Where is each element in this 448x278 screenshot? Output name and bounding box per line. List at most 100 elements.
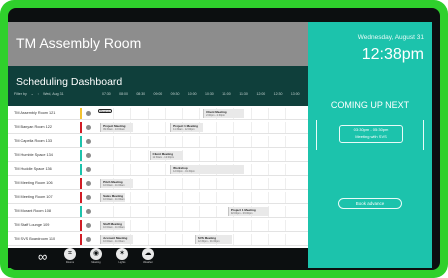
room-timeline[interactable]: Pitch Meeting 10:00am - 11:00am <box>96 178 302 189</box>
book-advance-button[interactable]: Book advance <box>338 198 402 209</box>
timeline-gridline <box>216 192 218 203</box>
timeline-gridline <box>199 220 200 231</box>
chevron-down-icon[interactable]: ⌄ <box>31 92 34 96</box>
timeline-gridline <box>250 234 252 245</box>
room-row[interactable]: TM Humble Space 134 Client Meeting 11:30am… <box>8 150 308 162</box>
timeline-gridline <box>130 192 132 203</box>
timeline-gridline <box>267 234 269 245</box>
timeline-gridline <box>233 178 235 189</box>
room-row[interactable]: TM SVS Boardroom 110 Account Meeting 10:00… <box>8 234 308 246</box>
room-timeline[interactable]: Project Meeting 09:30am - 10:00am Project … <box>96 122 302 133</box>
room-row[interactable]: TM Assembly Room 121 Reserve Client Meetin… <box>8 108 308 120</box>
meeting-block[interactable]: Project 1 Meeting 02:00pm - 03:00pm <box>227 207 270 216</box>
room-timeline[interactable]: Workshop 12:00pm - 01:30pm <box>96 164 302 175</box>
timeline-gridline <box>216 220 218 231</box>
meeting-block[interactable]: Workshop 12:00pm - 01:30pm <box>170 165 245 174</box>
room-row[interactable]: TM Meeting Room 106 Pitch Meeting 10:00am … <box>8 178 308 190</box>
room-status-indicator <box>80 122 82 133</box>
timeline-gridline <box>181 178 183 189</box>
time-axis: 07:30 08:00 08:30 09:00 09:30 10:00 10:30 11:00… <box>102 92 308 104</box>
timeline-gridline <box>181 192 183 203</box>
app-button[interactable]: ⌗ Rooms <box>60 248 80 268</box>
room-timeline[interactable]: Account Meeting 10:00am - 11:00am SVS Meet… <box>96 234 302 245</box>
timeline-gridline <box>147 234 149 245</box>
app-button[interactable]: ◉ Meeting <box>86 248 106 268</box>
room-status-indicator <box>80 136 82 147</box>
room-timeline[interactable]: Staff Meeting 10:00am - 11:00am <box>96 220 302 231</box>
timeline-gridline <box>250 122 252 133</box>
time-label: 12:00 <box>256 92 266 96</box>
room-row[interactable]: TM Banyan Room 122 Project Meeting 09:30am… <box>8 122 308 134</box>
time-label: 07:30 <box>102 92 111 96</box>
timeline-gridline <box>199 178 200 189</box>
timeline-gridline <box>233 136 235 147</box>
app-button[interactable]: ✶ Lights <box>112 248 132 268</box>
room-timeline[interactable]: Client Meeting 11:30am - 12:00pm <box>96 150 302 161</box>
timeline-gridline <box>130 108 132 119</box>
room-availability-dot[interactable] <box>86 237 91 242</box>
meeting-block[interactable]: Pitch Meeting 10:00am - 11:00am <box>100 179 134 188</box>
meeting-block[interactable]: Staff Meeting 10:00am - 11:00am <box>100 221 125 230</box>
filter-date[interactable]: Wed, Aug 31 <box>43 92 64 96</box>
timeline-gridline <box>267 136 269 147</box>
meeting-block[interactable]: Client Meeting 11:30am - 12:00pm <box>149 151 183 160</box>
room-name: TM Capella Room 133 <box>14 139 52 143</box>
room-timeline[interactable]: Project 1 Meeting 02:00pm - 03:00pm <box>96 206 302 217</box>
reserve-chip[interactable]: Reserve <box>98 109 112 113</box>
room-availability-dot[interactable] <box>86 181 91 186</box>
right-panel: Wednesday, August 31 12:38pm COMING UP N… <box>308 22 432 268</box>
room-row[interactable]: TM Staff Lounge 109 Staff Meeting 10:00am … <box>8 220 308 232</box>
zoom-icon: ◉ <box>90 248 102 260</box>
room-row[interactable]: TM Capella Room 133 <box>8 136 308 148</box>
room-availability-dot[interactable] <box>86 125 91 130</box>
room-availability-dot[interactable] <box>86 139 91 144</box>
bottom-bar: ∞ ⌗ Rooms ◉ Meeting ✶ Lights ☁ Weather <box>8 248 308 268</box>
room-timeline[interactable]: Sales Meeting 10:00am - 11:00am <box>96 192 302 203</box>
timeline-gridline <box>147 108 149 119</box>
calendar-icon[interactable]: ▫ <box>38 92 39 96</box>
room-status-indicator <box>80 164 82 175</box>
room-availability-dot[interactable] <box>86 209 91 214</box>
app-button[interactable]: ☁ Weather <box>138 248 158 268</box>
meeting-block[interactable]: Project Meeting 09:30am - 10:00am <box>100 123 134 132</box>
room-timeline[interactable] <box>96 136 302 147</box>
meeting-time: 12:00pm - 01:30pm <box>173 170 195 173</box>
room-timeline[interactable]: Reserve Client Meeting 2:00pm - 2:30pm <box>96 108 302 119</box>
meeting-block[interactable]: SVS Meeting 12:30pm - 01:30pm <box>194 235 232 244</box>
room-availability-dot[interactable] <box>86 153 91 158</box>
room-status-indicator <box>80 220 82 231</box>
room-row[interactable]: TM Meeting Room 107 Sales Meeting 10:00am … <box>8 192 308 204</box>
weather-icon: ☁ <box>142 248 154 260</box>
next-meeting-area: 03:30pm - 05:30pm Meeting with SVS <box>316 120 424 150</box>
room-availability-dot[interactable] <box>86 195 91 200</box>
time-label: 08:00 <box>119 92 128 96</box>
timeline-gridline <box>250 164 252 175</box>
room-availability-dot[interactable] <box>86 223 91 228</box>
room-row[interactable]: TM Morant Room 108 Project 1 Meeting 02:00… <box>8 206 308 218</box>
timeline-gridline <box>284 178 286 189</box>
timeline-gridline <box>216 206 218 217</box>
room-availability-dot[interactable] <box>86 111 91 116</box>
timeline-gridline <box>147 164 149 175</box>
room-availability-dot[interactable] <box>86 167 91 172</box>
meeting-time: 10:00am - 11:00am <box>103 240 125 243</box>
meeting-block[interactable]: Account Meeting 10:00am - 11:00am <box>100 235 134 244</box>
timeline-gridline <box>181 206 183 217</box>
room-schedule-grid: TM Assembly Room 121 Reserve Client Meetin… <box>8 108 308 248</box>
next-meeting-card[interactable]: 03:30pm - 05:30pm Meeting with SVS <box>339 125 403 143</box>
timeline-gridline <box>181 234 183 245</box>
time-label: 12:30 <box>273 92 283 96</box>
app-label: Lights <box>118 261 126 264</box>
timeline-gridline <box>147 220 149 231</box>
meeting-block[interactable]: Client Meeting 2:00pm - 2:30pm <box>203 109 245 118</box>
timeline-gridline <box>181 220 183 231</box>
timeline-gridline <box>113 150 115 161</box>
room-row[interactable]: TM Huddle Space 136 Workshop 12:00pm - 01:… <box>8 164 308 176</box>
meeting-block[interactable]: Sales Meeting 10:00am - 11:00am <box>100 193 125 202</box>
meeting-block[interactable]: Project 1 Meeting 11:30am - 12:00pm <box>170 123 204 132</box>
scheduling-header: Scheduling Dashboard Filter by ⌄ ▫ Wed, … <box>8 66 308 106</box>
infinity-logo-icon[interactable]: ∞ <box>38 250 47 263</box>
timeline-gridline <box>147 206 149 217</box>
timeline-gridline <box>164 178 166 189</box>
room-status-indicator <box>80 150 82 161</box>
